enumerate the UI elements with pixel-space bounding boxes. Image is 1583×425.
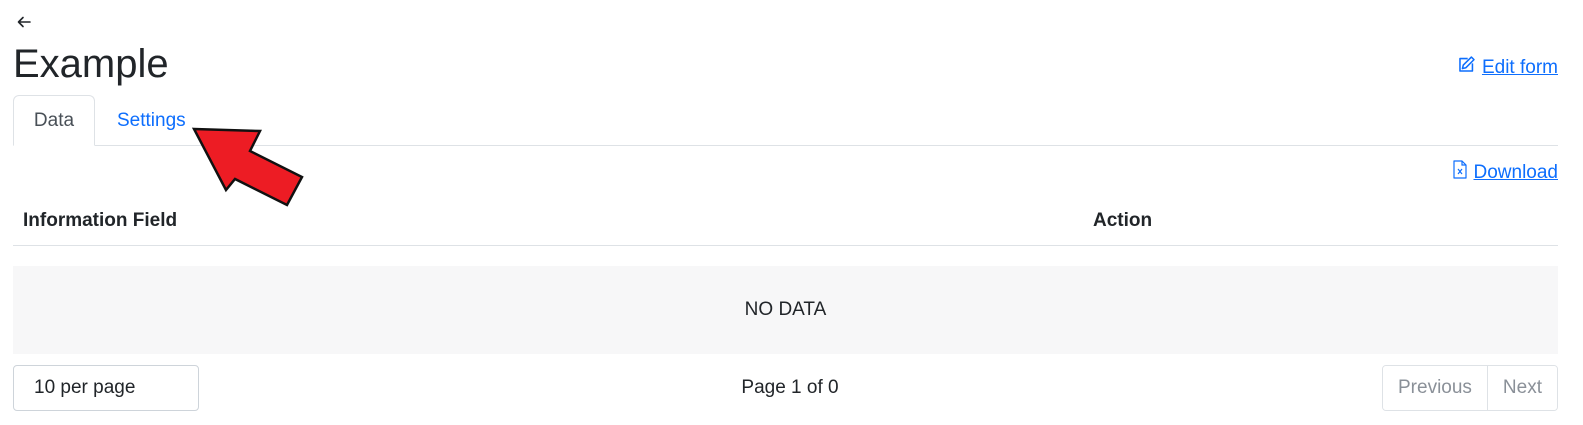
pagination-controls: Previous Next [1382, 365, 1558, 411]
previous-button[interactable]: Previous [1383, 366, 1487, 410]
download-link[interactable]: Download [1452, 160, 1559, 185]
no-data-text: NO DATA [744, 299, 827, 320]
page-info: Page 1 of 0 [741, 377, 839, 398]
edit-form-label: Edit form [1481, 56, 1558, 78]
page-title: Example [13, 42, 169, 86]
tab-data[interactable]: Data [13, 95, 95, 146]
back-button[interactable] [12, 12, 36, 36]
table-header: Information Field Action [13, 200, 1558, 246]
file-excel-icon [1452, 160, 1468, 185]
edit-icon [1457, 55, 1476, 80]
column-header-information-field: Information Field [23, 210, 178, 231]
arrow-left-icon [16, 14, 32, 35]
tab-bar: Data Settings [13, 95, 1558, 146]
empty-table-row: NO DATA [13, 266, 1558, 354]
next-button[interactable]: Next [1486, 366, 1557, 410]
tab-settings[interactable]: Settings [95, 95, 208, 146]
column-header-action: Action [1093, 210, 1153, 231]
download-label: Download [1473, 161, 1559, 183]
edit-form-link[interactable]: Edit form [1457, 55, 1558, 80]
